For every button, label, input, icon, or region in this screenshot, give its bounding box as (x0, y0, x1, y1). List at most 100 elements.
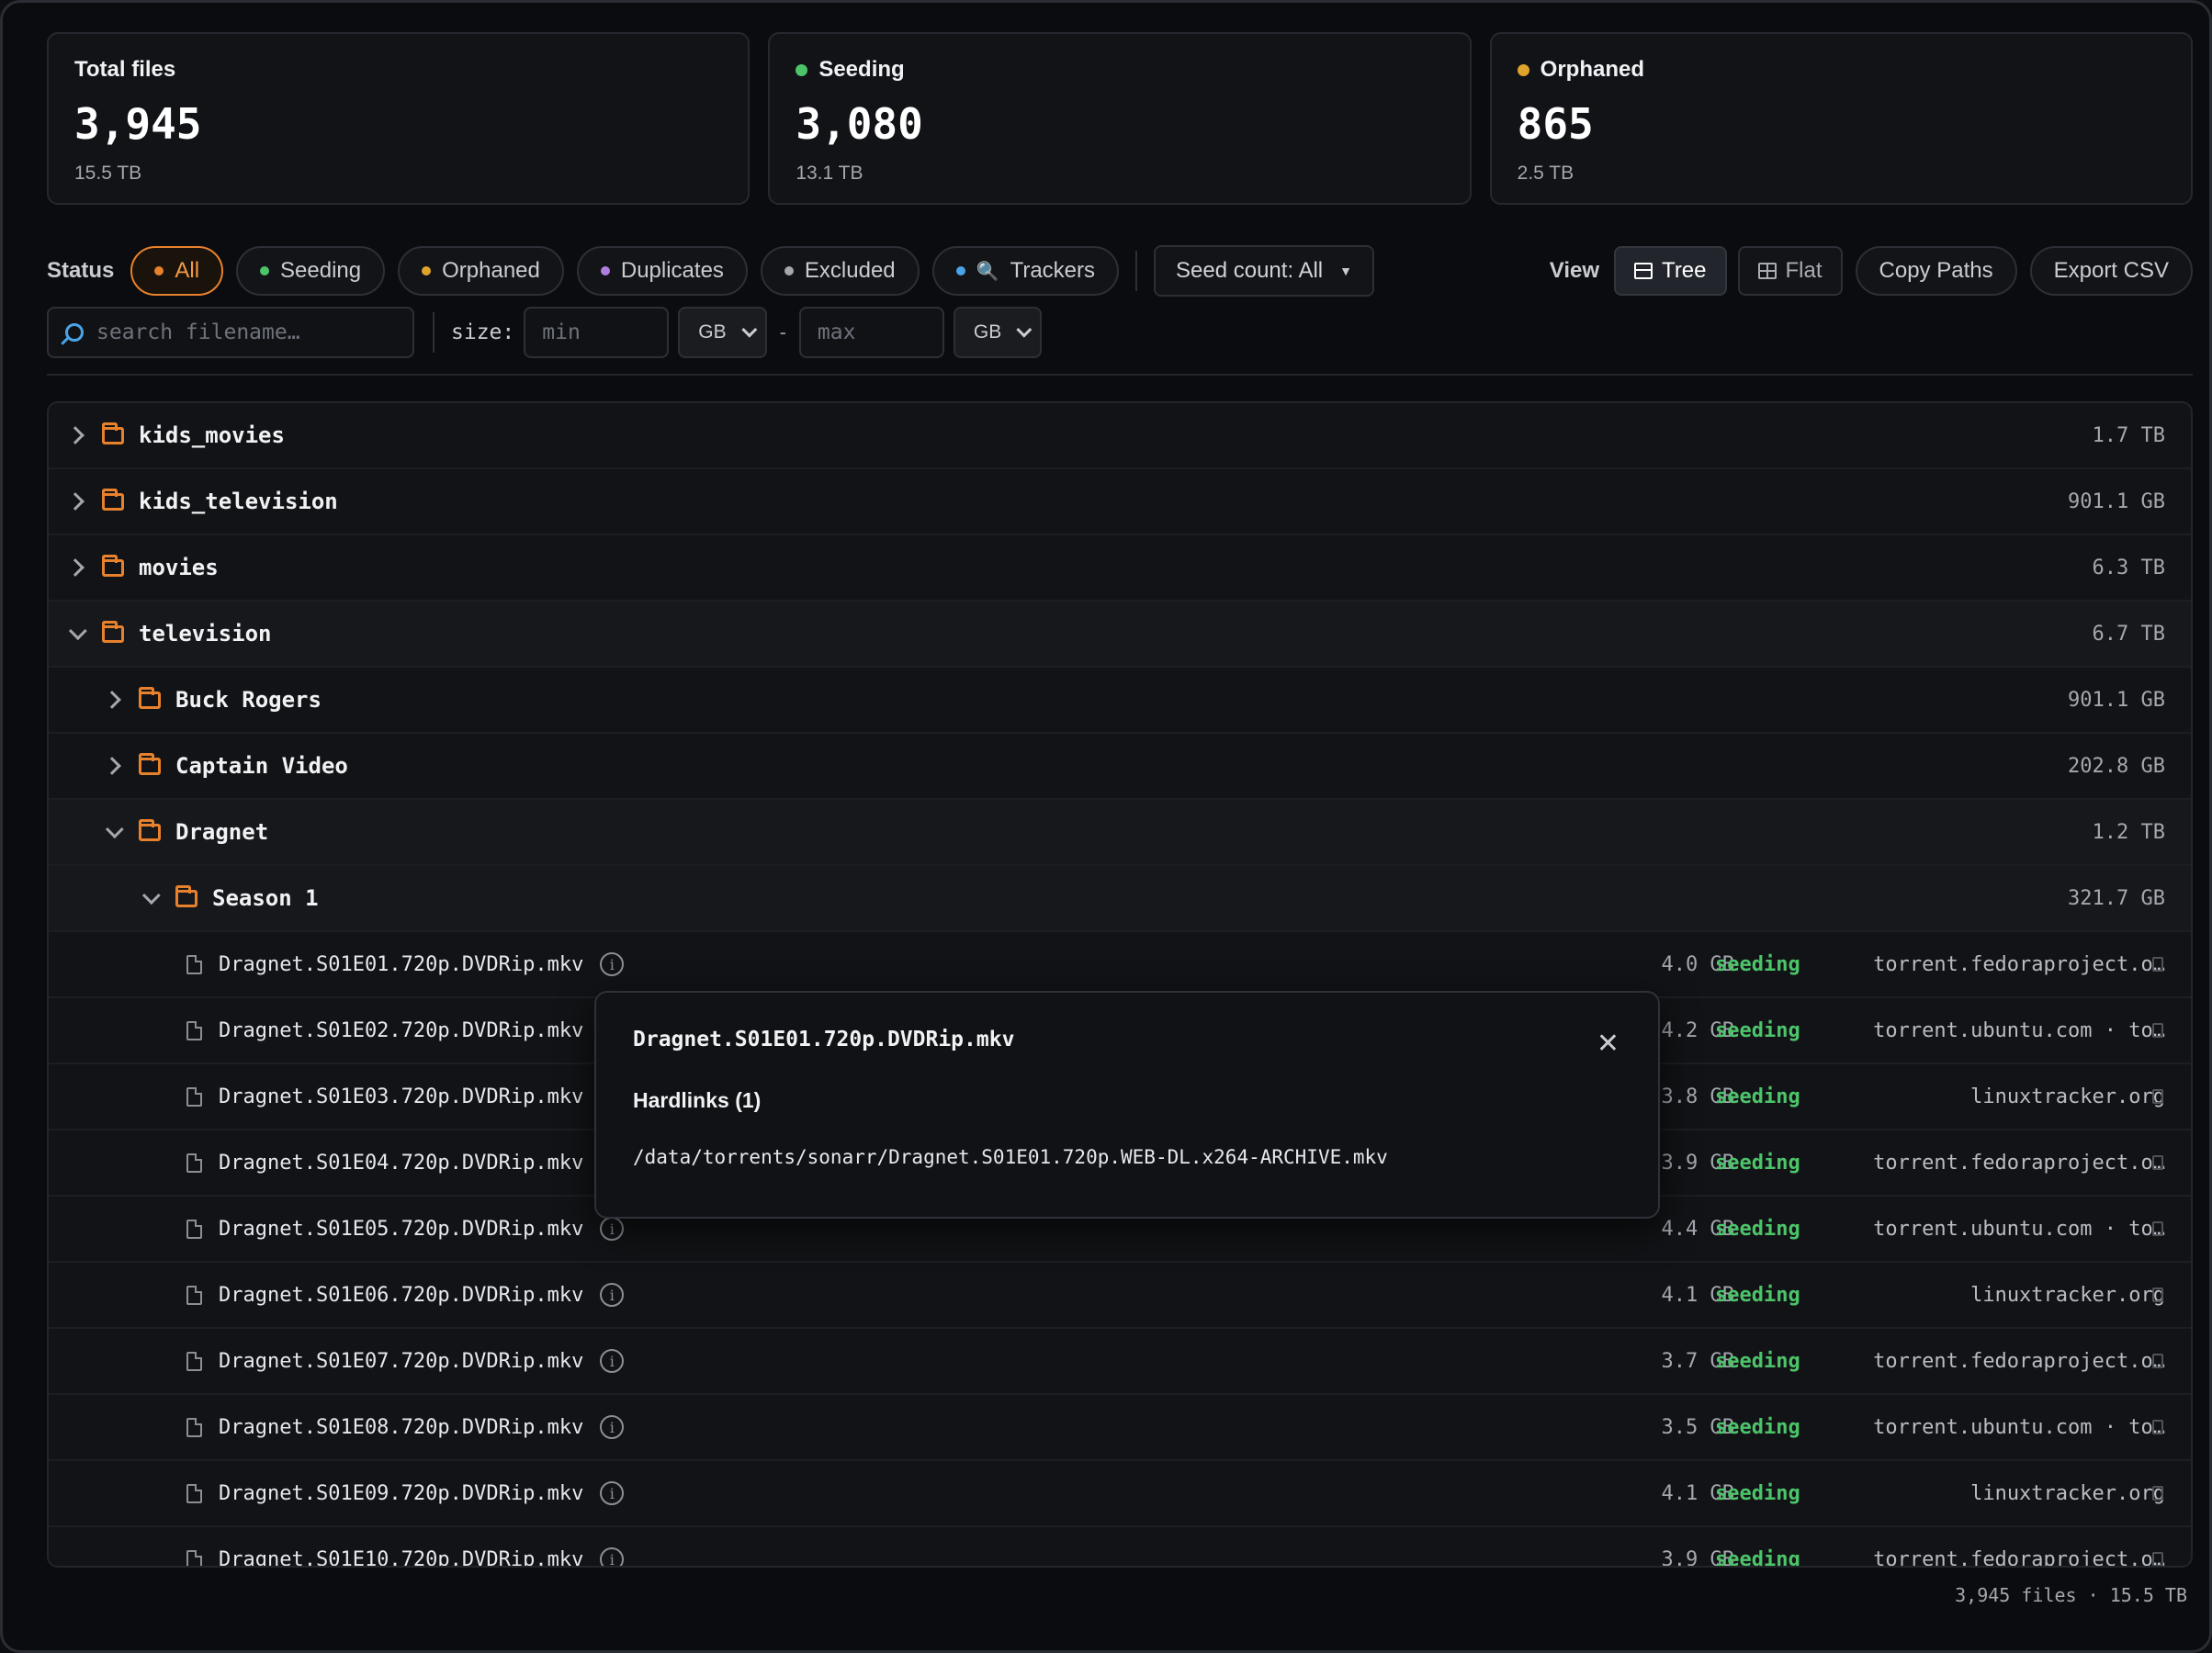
status-chip-all[interactable]: All (130, 246, 224, 296)
size-max-input[interactable] (817, 320, 926, 344)
info-icon[interactable]: i (600, 1217, 625, 1241)
copy-icon[interactable] (2152, 1420, 2163, 1434)
tracker-list: torrent.ubuntu.com · to… (1873, 1018, 2165, 1042)
folder-row[interactable]: television 6.7 TB (49, 602, 2191, 668)
grid-icon (1757, 263, 1777, 279)
folder-row[interactable]: movies 6.3 TB (49, 535, 2191, 602)
search-input[interactable] (96, 320, 396, 344)
chevron-right-icon[interactable] (103, 757, 121, 775)
copy-icon[interactable] (2152, 1155, 2163, 1170)
folder-row[interactable]: kids_television 901.1 GB (49, 469, 2191, 535)
folder-row[interactable]: Captain Video 202.8 GB (49, 734, 2191, 800)
status-dot-icon (422, 266, 432, 276)
status-label: Status (47, 258, 115, 283)
stat-card-orphaned: Orphaned 865 2.5 TB (1489, 32, 2193, 205)
status-chip-excluded[interactable]: Excluded (760, 246, 920, 296)
file-row[interactable]: Dragnet.S01E01.720p.DVDRip.mkv i 4.0 GB see… (49, 932, 2191, 998)
info-icon[interactable]: i (600, 1547, 625, 1566)
tracker-list: linuxtracker.org (1970, 1283, 2165, 1307)
folder-size: 901.1 GB (2068, 489, 2165, 513)
app-window: Total files 3,945 15.5 TB Seeding 3,080 … (0, 0, 2212, 1653)
chevron-down-icon[interactable] (141, 886, 161, 905)
view-tree-button[interactable]: Tree (1614, 246, 1727, 296)
chip-label: Trackers (1010, 258, 1096, 283)
seed-count-dropdown[interactable]: Seed count: All ▼ (1154, 245, 1374, 297)
copy-icon[interactable] (2152, 957, 2163, 972)
chevron-right-icon[interactable] (66, 558, 85, 577)
tracker-list: torrent.fedoraproject.o… (1873, 1547, 2165, 1568)
file-row[interactable]: Dragnet.S01E10.720p.DVDRip.mkv i 3.9 GB see… (49, 1527, 2191, 1568)
file-row[interactable]: Dragnet.S01E09.720p.DVDRip.mkv i 4.1 GB see… (49, 1461, 2191, 1527)
seed-count-label: Seed count: All (1176, 258, 1324, 283)
seeding-dot-icon (796, 63, 808, 76)
status-chip-seeding[interactable]: Seeding (236, 246, 386, 296)
file-name: Dragnet.S01E10.720p.DVDRip.mkv (219, 1547, 584, 1568)
tracker-list: linuxtracker.org (1970, 1085, 2165, 1108)
folder-size: 321.7 GB (2068, 886, 2165, 910)
max-unit-select[interactable]: GB (953, 307, 1043, 358)
info-icon[interactable]: i (600, 1481, 625, 1505)
size-min-input[interactable] (542, 320, 651, 344)
tracker-list: torrent.fedoraproject.o… (1873, 952, 2165, 976)
status-badge: seeding (1715, 1217, 1800, 1241)
view-flat-button[interactable]: Flat (1737, 246, 1843, 296)
stat-value: 3,945 (74, 99, 202, 149)
file-row[interactable]: Dragnet.S01E07.720p.DVDRip.mkv i 3.7 GB see… (49, 1329, 2191, 1395)
stat-value: 3,080 (796, 99, 923, 149)
chevron-down-icon[interactable] (105, 820, 124, 839)
file-row[interactable]: Dragnet.S01E08.720p.DVDRip.mkv i 3.5 GB see… (49, 1395, 2191, 1461)
status-badge: seeding (1715, 1481, 1800, 1505)
magnifier-icon: 🔍 (976, 261, 999, 282)
copy-icon[interactable] (2152, 1023, 2163, 1038)
info-icon[interactable]: i (600, 1283, 625, 1307)
status-chip-duplicates[interactable]: Duplicates (576, 246, 748, 296)
folder-icon (102, 488, 124, 511)
folder-row[interactable]: kids_movies 1.7 TB (49, 403, 2191, 469)
copy-icon[interactable] (2152, 1288, 2163, 1302)
folder-row[interactable]: Buck Rogers 901.1 GB (49, 668, 2191, 734)
info-icon[interactable]: i (600, 952, 625, 976)
folder-name: Buck Rogers (175, 687, 322, 713)
folder-size: 901.1 GB (2068, 688, 2165, 712)
folder-size: 1.2 TB (2092, 820, 2165, 844)
copy-icon[interactable] (2152, 1552, 2163, 1566)
status-chip-orphaned[interactable]: Orphaned (398, 246, 564, 296)
status-chips: All Seeding Orphaned Duplicates Excluded 🔍 Tra… (130, 246, 1132, 296)
status-badge: seeding (1715, 1349, 1800, 1373)
unit-label: GB (973, 321, 1002, 343)
export-csv-button[interactable]: Export CSV (2029, 246, 2193, 296)
info-icon[interactable]: i (600, 1415, 625, 1439)
file-icon (186, 1351, 202, 1371)
folder-row[interactable]: Season 1 321.7 GB (49, 866, 2191, 932)
folder-name: movies (139, 555, 219, 580)
file-name: Dragnet.S01E01.720p.DVDRip.mkv (219, 952, 584, 976)
min-unit-select[interactable]: GB (678, 307, 767, 358)
folder-icon (102, 620, 124, 643)
chevron-right-icon[interactable] (66, 492, 85, 511)
chevron-right-icon[interactable] (103, 691, 121, 709)
file-name: Dragnet.S01E02.720p.DVDRip.mkv (219, 1018, 584, 1042)
view-flat-label: Flat (1785, 258, 1823, 283)
chevron-down-icon[interactable] (68, 622, 87, 641)
file-icon (186, 1549, 202, 1566)
status-badge: seeding (1715, 1415, 1800, 1439)
divider (433, 312, 434, 353)
copy-icon[interactable] (2152, 1486, 2163, 1501)
chip-label: Orphaned (442, 258, 540, 283)
info-icon[interactable]: i (600, 1349, 625, 1373)
copy-icon[interactable] (2152, 1089, 2163, 1104)
copy-icon[interactable] (2152, 1354, 2163, 1368)
copy-paths-button[interactable]: Copy Paths (1855, 246, 2017, 296)
tracker-list: torrent.fedoraproject.o… (1873, 1151, 2165, 1175)
copy-icon[interactable] (2152, 1221, 2163, 1236)
stat-sub: 15.5 TB (74, 163, 142, 184)
chevron-right-icon[interactable] (66, 426, 85, 444)
close-icon[interactable]: ✕ (1597, 1030, 1620, 1058)
status-dot-icon (154, 266, 164, 276)
status-chip-trackers[interactable]: 🔍 Trackers (931, 246, 1120, 296)
file-name: Dragnet.S01E08.720p.DVDRip.mkv (219, 1415, 584, 1439)
folder-row[interactable]: Dragnet 1.2 TB (49, 800, 2191, 866)
stats-bar: Total files 3,945 15.5 TB Seeding 3,080 … (47, 32, 2193, 205)
divider (1135, 251, 1138, 291)
file-row[interactable]: Dragnet.S01E06.720p.DVDRip.mkv i 4.1 GB see… (49, 1263, 2191, 1329)
